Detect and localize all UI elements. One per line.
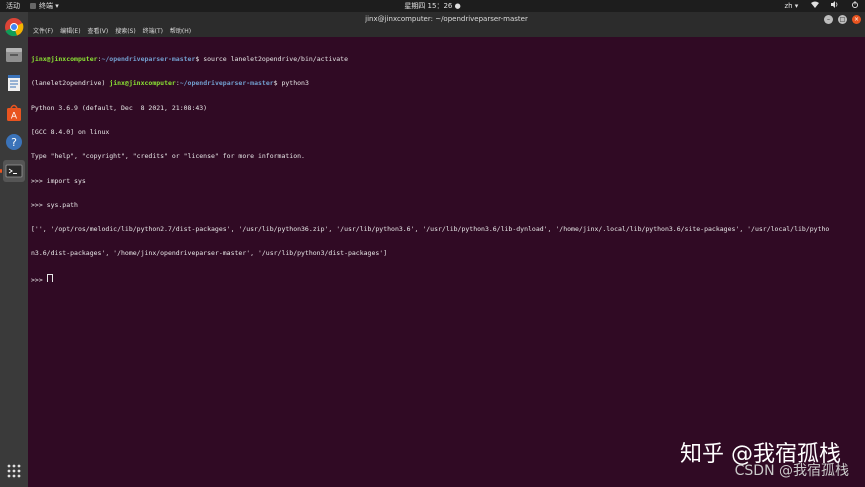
software-center-icon[interactable]: A (3, 102, 25, 124)
files-icon[interactable] (3, 44, 25, 66)
menu-file[interactable]: 文件(F) (33, 28, 53, 35)
prompt-user: jinx@jinxcomputer (109, 79, 176, 88)
input-method-indicator[interactable]: zh ▾ (784, 2, 798, 10)
terminal-line: (lanelet2opendrive) jinx@jinxcomputer:~/… (31, 79, 861, 87)
window-controls: – □ × (824, 15, 861, 24)
venv-indicator: (lanelet2opendrive) (31, 79, 110, 88)
chrome-icon[interactable] (3, 16, 25, 38)
text-cursor (46, 273, 53, 282)
active-app-indicator (0, 169, 2, 173)
app-grid-icon[interactable] (3, 460, 25, 482)
menu-terminal[interactable]: 终端(T) (143, 28, 163, 35)
volume-icon[interactable] (830, 1, 841, 10)
terminal-line: [GCC 8.4.0] on linux (31, 128, 110, 137)
command-text: $ python3 (273, 79, 309, 88)
prompt-user: jinx@jinxcomputer (31, 55, 98, 64)
svg-text:?: ? (11, 136, 17, 149)
csdn-watermark: CSDN @我宿孤栈 (734, 463, 849, 479)
prompt-path: ~/opendriveparser-master (101, 55, 196, 64)
clock[interactable]: 星期四 15：26 ● (0, 0, 865, 12)
command-text: $ source lanelet2opendrive/bin/activate (195, 55, 348, 64)
menu-edit[interactable]: 编辑(E) (60, 28, 80, 35)
svg-text:A: A (11, 112, 18, 122)
network-icon[interactable] (810, 1, 821, 10)
terminal-line: Type "help", "copyright", "credits" or "… (31, 152, 305, 161)
menu-search[interactable]: 搜索(S) (115, 28, 136, 35)
menu-view[interactable]: 查看(V) (87, 28, 108, 35)
terminal-line: n3.6/dist-packages', '/home/jinx/opendri… (31, 249, 388, 258)
top-bar: 活动 终端 ▾ 星期四 15：26 ● zh ▾ (0, 0, 865, 12)
dock: A ? (0, 12, 28, 487)
terminal-line: jinx@jinxcomputer:~/opendriveparser-mast… (31, 55, 861, 63)
terminal-line: >>> import sys (31, 176, 86, 185)
terminal-icon[interactable] (3, 160, 25, 182)
prompt-path: ~/opendriveparser-master (179, 79, 274, 88)
terminal-line: >>> sys.path (31, 200, 78, 209)
power-icon[interactable] (851, 1, 859, 10)
window-title: jinx@jinxcomputer: ~/opendriveparser-mas… (365, 15, 528, 23)
terminal-output[interactable]: jinx@jinxcomputer:~/opendriveparser-mast… (31, 39, 861, 483)
help-icon[interactable]: ? (3, 131, 25, 153)
menubar: 文件(F) 编辑(E) 查看(V) 搜索(S) 终端(T) 帮助(H) (28, 27, 865, 37)
window-titlebar[interactable]: jinx@jinxcomputer: ~/opendriveparser-mas… (28, 12, 865, 27)
menu-help[interactable]: 帮助(H) (170, 28, 191, 35)
terminal-line: Python 3.6.9 (default, Dec 8 2021, 21:08… (31, 103, 208, 112)
system-tray[interactable]: zh ▾ (774, 0, 859, 12)
text-editor-icon[interactable] (3, 72, 25, 94)
python-prompt: >>> (31, 275, 47, 282)
maximize-button[interactable]: □ (838, 15, 847, 24)
close-button[interactable]: × (852, 15, 861, 24)
minimize-button[interactable]: – (824, 15, 833, 24)
terminal-line: ['', '/opt/ros/melodic/lib/python2.7/dis… (31, 225, 830, 234)
terminal-line: >>> (31, 273, 861, 282)
